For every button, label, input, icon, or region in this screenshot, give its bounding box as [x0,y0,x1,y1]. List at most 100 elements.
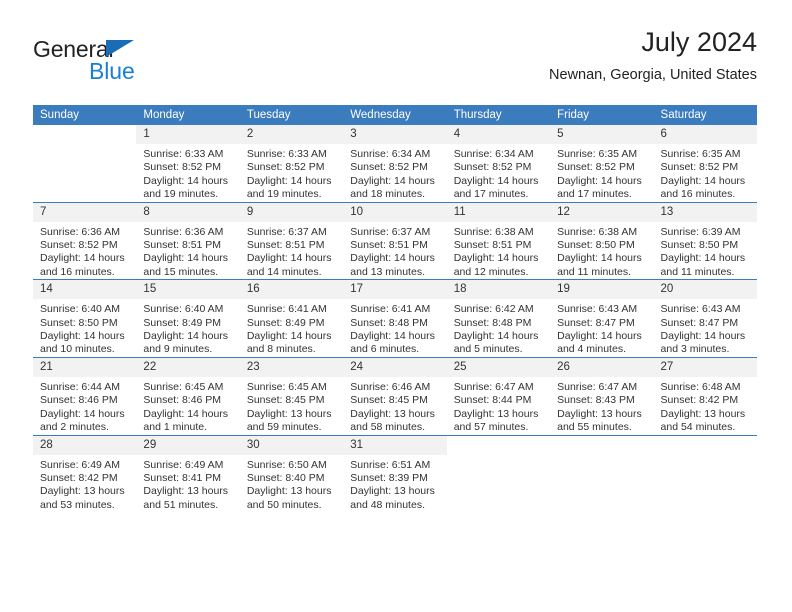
day-details: Sunrise: 6:41 AM Sunset: 8:48 PM Daylight:… [343,299,446,357]
calendar-day-cell[interactable]: 26 Sunrise: 6:47 AM Sunset: 8:43 PM Dayligh… [550,356,654,435]
daylight-text: Daylight: 14 hours and 12 minutes. [453,252,539,278]
calendar-day-cell[interactable]: 1 Sunrise: 6:33 AM Sunset: 8:52 PM Daylight… [136,125,240,202]
calendar-day-cell[interactable]: 11 Sunrise: 6:38 AM Sunset: 8:51 PM Dayligh… [446,201,551,280]
sunset-text: Sunset: 8:52 PM [350,161,428,174]
daylight-text: Daylight: 13 hours and 48 minutes. [350,485,435,511]
calendar-day-cell[interactable]: 2 Sunrise: 6:33 AM Sunset: 8:52 PM Daylight… [239,125,344,202]
calendar-day-cell[interactable]: 14 Sunrise: 6:40 AM Sunset: 8:50 PM Dayligh… [33,279,137,358]
sunset-text: Sunset: 8:48 PM [453,316,532,329]
sunset-text: Sunset: 8:40 PM [246,471,325,484]
page-header: General Blue July 2024 Newnan, Georgia, … [33,27,757,98]
day-number [654,436,757,455]
calendar-day-cell[interactable]: 8 Sunrise: 6:36 AM Sunset: 8:51 PM Daylight… [136,201,240,280]
sunset-text: Sunset: 8:52 PM [660,161,739,174]
calendar-day-cell[interactable]: 4 Sunrise: 6:34 AM Sunset: 8:52 PM Daylight… [446,125,551,202]
sunset-text: Sunset: 8:48 PM [350,316,428,329]
daylight-text: Daylight: 14 hours and 17 minutes. [557,174,642,201]
calendar-day-cell[interactable]: 25 Sunrise: 6:47 AM Sunset: 8:44 PM Dayligh… [446,356,551,435]
calendar-day-cell[interactable]: 30 Sunrise: 6:50 AM Sunset: 8:40 PM Dayligh… [239,434,344,513]
sunset-text: Sunset: 8:46 PM [40,394,118,407]
day-details: Sunrise: 6:38 AM Sunset: 8:50 PM Daylight:… [550,222,653,280]
day-details: Sunrise: 6:37 AM Sunset: 8:51 PM Daylight:… [343,222,446,280]
sunset-text: Sunset: 8:39 PM [350,471,428,484]
sunrise-text: Sunrise: 6:51 AM [350,458,431,471]
sunrise-text: Sunrise: 6:49 AM [40,458,120,471]
calendar-day-cell[interactable]: 23 Sunrise: 6:45 AM Sunset: 8:45 PM Dayligh… [239,356,344,435]
sunset-text: Sunset: 8:45 PM [246,394,325,407]
day-details: Sunrise: 6:34 AM Sunset: 8:52 PM Daylight:… [343,144,446,202]
sunset-text: Sunset: 8:42 PM [660,394,739,407]
calendar-day-cell[interactable]: 3 Sunrise: 6:34 AM Sunset: 8:52 PM Daylight… [343,125,447,202]
daylight-text: Daylight: 14 hours and 17 minutes. [453,174,539,201]
calendar-day-cell[interactable]: 9 Sunrise: 6:37 AM Sunset: 8:51 PM Daylight… [239,201,344,280]
sunrise-text: Sunrise: 6:33 AM [246,148,327,160]
day-details: Sunrise: 6:43 AM Sunset: 8:47 PM Daylight:… [654,299,757,357]
calendar-day-cell[interactable]: 5 Sunrise: 6:35 AM Sunset: 8:52 PM Daylight… [550,125,654,202]
page-subtitle: Newnan, Georgia, United States [549,66,757,83]
calendar-day-cell[interactable]: 31 Sunrise: 6:51 AM Sunset: 8:39 PM Dayligh… [343,434,447,513]
calendar-day-cell[interactable]: 10 Sunrise: 6:37 AM Sunset: 8:51 PM Dayligh… [343,201,447,280]
sunset-text: Sunset: 8:50 PM [40,316,118,329]
day-number: 19 [550,280,654,300]
sunset-text: Sunset: 8:52 PM [40,239,118,252]
sunrise-text: Sunrise: 6:38 AM [453,225,534,238]
day-details: Sunrise: 6:49 AM Sunset: 8:42 PM Daylight:… [33,455,136,513]
calendar-day-cell[interactable]: 27 Sunrise: 6:48 AM Sunset: 8:42 PM Dayligh… [653,356,757,435]
day-details: Sunrise: 6:47 AM Sunset: 8:43 PM Daylight:… [550,377,653,435]
calendar-day-cell[interactable]: 7 Sunrise: 6:36 AM Sunset: 8:52 PM Daylight… [33,201,137,280]
sunset-text: Sunset: 8:49 PM [143,316,222,329]
logo-text-blue: Blue [89,58,135,84]
day-details: Sunrise: 6:40 AM Sunset: 8:50 PM Daylight:… [33,299,136,357]
daylight-text: Daylight: 13 hours and 59 minutes. [246,407,332,434]
day-number: 29 [136,435,240,455]
calendar-day-cell[interactable]: 13 Sunrise: 6:39 AM Sunset: 8:50 PM Dayligh… [653,201,757,280]
general-blue-logo[interactable]: General Blue [33,36,163,86]
day-number: 23 [239,357,344,377]
day-number [447,436,550,455]
calendar-day-cell[interactable]: 28 Sunrise: 6:49 AM Sunset: 8:42 PM Dayligh… [33,434,137,513]
sunrise-text: Sunrise: 6:50 AM [246,458,327,471]
day-number: 27 [653,357,757,377]
daylight-text: Daylight: 14 hours and 11 minutes. [660,252,746,278]
day-number: 6 [653,125,757,144]
day-number: 4 [446,125,551,144]
day-details: Sunrise: 6:33 AM Sunset: 8:52 PM Daylight:… [240,144,343,202]
calendar-day-cell[interactable]: 15 Sunrise: 6:40 AM Sunset: 8:49 PM Dayligh… [136,279,240,358]
weekday-header-saturday: Saturday [653,105,757,125]
calendar-day-cell[interactable]: 24 Sunrise: 6:46 AM Sunset: 8:45 PM Dayligh… [343,356,447,435]
calendar-page: General Blue July 2024 Newnan, Georgia, … [0,0,792,612]
sunset-text: Sunset: 8:51 PM [350,239,428,252]
weekday-header-thursday: Thursday [446,105,551,125]
calendar-day-cell[interactable]: 19 Sunrise: 6:43 AM Sunset: 8:47 PM Dayligh… [550,279,654,358]
sunset-text: Sunset: 8:50 PM [660,239,739,252]
day-number: 5 [550,125,654,144]
day-details: Sunrise: 6:51 AM Sunset: 8:39 PM Daylight:… [343,455,446,513]
calendar-day-cell[interactable]: 22 Sunrise: 6:45 AM Sunset: 8:46 PM Dayligh… [136,356,240,435]
day-number: 25 [446,357,551,377]
sunrise-text: Sunrise: 6:45 AM [143,380,224,393]
daylight-text: Daylight: 14 hours and 16 minutes. [40,252,125,278]
calendar-day-cell-empty [446,434,551,513]
sunrise-text: Sunrise: 6:45 AM [246,380,327,393]
day-details: Sunrise: 6:34 AM Sunset: 8:52 PM Daylight:… [447,144,550,202]
day-details: Sunrise: 6:47 AM Sunset: 8:44 PM Daylight:… [447,377,550,435]
calendar-day-cell[interactable]: 16 Sunrise: 6:41 AM Sunset: 8:49 PM Dayligh… [239,279,344,358]
day-number: 18 [446,280,551,300]
calendar-day-cell[interactable]: 17 Sunrise: 6:41 AM Sunset: 8:48 PM Dayligh… [343,279,447,358]
daylight-text: Daylight: 14 hours and 19 minutes. [246,174,332,201]
day-number: 31 [343,435,447,455]
day-details: Sunrise: 6:45 AM Sunset: 8:45 PM Daylight:… [240,377,343,435]
sunset-text: Sunset: 8:43 PM [557,394,635,407]
daylight-text: Daylight: 14 hours and 16 minutes. [660,174,746,201]
day-number: 11 [446,202,551,222]
calendar-day-cell[interactable]: 12 Sunrise: 6:38 AM Sunset: 8:50 PM Dayligh… [550,201,654,280]
calendar-day-cell[interactable]: 21 Sunrise: 6:44 AM Sunset: 8:46 PM Dayligh… [33,356,137,435]
daylight-text: Daylight: 14 hours and 11 minutes. [557,252,642,278]
calendar-day-cell[interactable]: 29 Sunrise: 6:49 AM Sunset: 8:41 PM Dayligh… [136,434,240,513]
calendar-day-cell[interactable]: 18 Sunrise: 6:42 AM Sunset: 8:48 PM Dayligh… [446,279,551,358]
calendar-week-row: 28 Sunrise: 6:49 AM Sunset: 8:42 PM Dayligh… [33,434,757,513]
day-details: Sunrise: 6:33 AM Sunset: 8:52 PM Daylight:… [136,144,239,202]
calendar-day-cell[interactable]: 6 Sunrise: 6:35 AM Sunset: 8:52 PM Daylight… [653,125,757,202]
calendar-day-cell[interactable]: 20 Sunrise: 6:43 AM Sunset: 8:47 PM Dayligh… [653,279,757,358]
daylight-text: Daylight: 14 hours and 3 minutes. [660,330,746,356]
